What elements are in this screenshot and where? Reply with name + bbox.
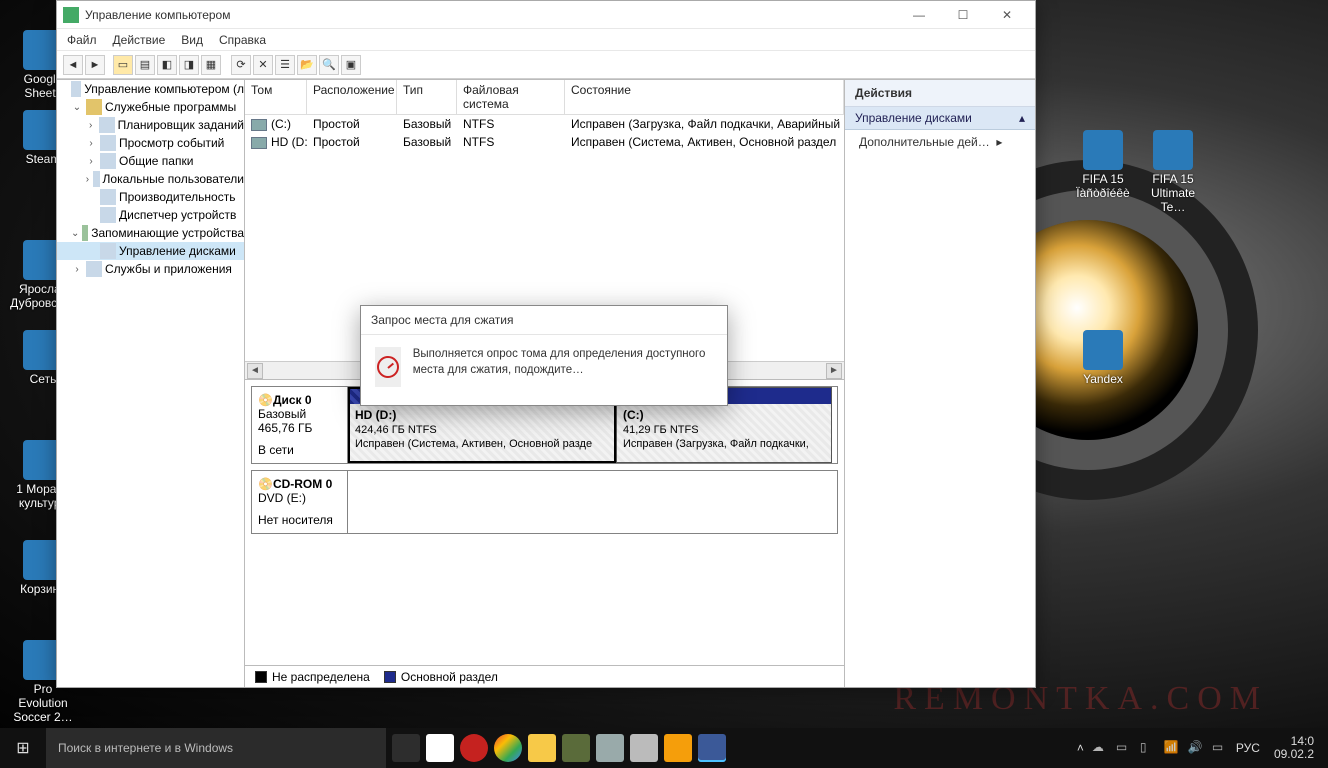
close-button[interactable]: ✕ — [985, 1, 1029, 29]
tb-icon[interactable]: ◨ — [179, 55, 199, 75]
tb-icon[interactable]: ▤ — [135, 55, 155, 75]
menu-help[interactable]: Справка — [219, 33, 266, 47]
back-button[interactable]: ◄ — [63, 55, 83, 75]
input-language[interactable]: РУС — [1236, 741, 1260, 755]
taskbar-app[interactable] — [664, 734, 692, 762]
actions-group[interactable]: Управление дисками ▴ — [845, 107, 1035, 130]
tree-item[interactable]: Диспетчер устройств — [119, 208, 236, 222]
volume-row[interactable]: (C:)ПростойБазовыйNTFSИсправен (Загрузка… — [245, 115, 844, 133]
taskbar-app[interactable] — [562, 734, 590, 762]
forward-button[interactable]: ► — [85, 55, 105, 75]
desktop-icon[interactable]: FIFA 15 Ϊàñòðîéêè — [1068, 130, 1138, 200]
dialog-title: Запрос места для сжатия — [361, 306, 727, 335]
col-layout[interactable]: Расположение — [307, 80, 397, 114]
actions-panel: Действия Управление дисками ▴ Дополнител… — [845, 80, 1035, 687]
col-status[interactable]: Состояние — [565, 80, 844, 114]
tree-item[interactable]: Просмотр событий — [119, 136, 224, 150]
tray-expand-icon[interactable]: ˄ — [1077, 741, 1084, 755]
tree-storage[interactable]: Запоминающие устройства — [91, 226, 244, 240]
disk-info: 📀Диск 0Базовый465,76 ГБВ сети — [252, 387, 348, 463]
volume-row[interactable]: HD (D:)ПростойБазовыйNTFSИсправен (Систе… — [245, 133, 844, 151]
tb-icon[interactable]: ◧ — [157, 55, 177, 75]
battery-icon[interactable]: ▯ — [1140, 740, 1156, 756]
tree-item[interactable]: Планировщик заданий — [118, 118, 244, 132]
shrink-query-dialog: Запрос места для сжатия Выполняется опро… — [360, 305, 728, 406]
menubar: Файл Действие Вид Справка — [57, 29, 1035, 51]
maximize-button[interactable]: ☐ — [941, 1, 985, 29]
taskbar-app[interactable] — [426, 734, 454, 762]
tree-service-tools[interactable]: Служебные программы — [105, 100, 236, 114]
col-volume[interactable]: Том — [245, 80, 307, 114]
volume-icon[interactable]: 🔊 — [1188, 740, 1204, 756]
actions-header: Действия — [845, 80, 1035, 107]
actions-group-label: Управление дисками — [855, 111, 972, 125]
search-box[interactable]: Поиск в интернете и в Windows — [46, 728, 386, 768]
tb-icon[interactable]: ▭ — [113, 55, 133, 75]
tree-item[interactable]: Производительность — [119, 190, 235, 204]
tb-icon[interactable]: ▣ — [341, 55, 361, 75]
app-icon — [63, 7, 79, 23]
col-fs[interactable]: Файловая система — [457, 80, 565, 114]
scroll-right-icon[interactable]: ► — [826, 363, 842, 379]
onedrive-icon[interactable]: ☁ — [1092, 740, 1108, 756]
tb-icon[interactable]: 📂 — [297, 55, 317, 75]
taskbar-app[interactable] — [494, 734, 522, 762]
actions-more[interactable]: Дополнительные дей… ▸ — [845, 130, 1035, 154]
navigation-tree[interactable]: Управление компьютером (л ⌄Служебные про… — [57, 80, 245, 687]
taskbar-app[interactable] — [460, 734, 488, 762]
start-button[interactable]: ⊞ — [0, 728, 46, 768]
taskbar-app[interactable] — [630, 734, 658, 762]
legend-swatch-unallocated — [255, 671, 267, 683]
disk-row[interactable]: 📀CD-ROM 0DVD (E:)Нет носителя — [251, 470, 838, 534]
taskbar-app-active[interactable] — [698, 734, 726, 762]
taskbar-app[interactable] — [596, 734, 624, 762]
tree-item[interactable]: Локальные пользователи — [103, 172, 244, 186]
action-center-icon[interactable]: ▭ — [1212, 740, 1228, 756]
clock-date: 09.02.2 — [1274, 748, 1314, 761]
legend-unallocated: Не распределена — [272, 670, 370, 684]
desktop-icon[interactable]: Yandex — [1068, 330, 1138, 386]
taskview-icon[interactable] — [392, 734, 420, 762]
dialog-text: Выполняется опрос тома для определения д… — [413, 347, 713, 378]
disk-info: 📀CD-ROM 0DVD (E:)Нет носителя — [252, 471, 348, 533]
menu-view[interactable]: Вид — [181, 33, 203, 47]
tree-item[interactable]: Общие папки — [119, 154, 193, 168]
tb-icon[interactable]: 🔍 — [319, 55, 339, 75]
desktop-icon[interactable]: FIFA 15 Ultimate Te… — [1138, 130, 1208, 214]
network-icon[interactable]: 📶 — [1164, 740, 1180, 756]
menu-file[interactable]: Файл — [67, 33, 97, 47]
tree-disk-management[interactable]: Управление дисками — [119, 244, 236, 258]
col-type[interactable]: Тип — [397, 80, 457, 114]
taskbar-app[interactable] — [528, 734, 556, 762]
disk-graphical-view[interactable]: 📀Диск 0Базовый465,76 ГБВ сетиHD (D:)424,… — [245, 380, 844, 665]
scroll-left-icon[interactable]: ◄ — [247, 363, 263, 379]
tb-icon[interactable]: ✕ — [253, 55, 273, 75]
taskbar-clock[interactable]: 14:0 09.02.2 — [1268, 735, 1320, 761]
tree-services-apps[interactable]: Службы и приложения — [105, 262, 232, 276]
refresh-icon[interactable]: ⟳ — [231, 55, 251, 75]
tb-icon[interactable]: ▦ — [201, 55, 221, 75]
tree-root[interactable]: Управление компьютером (л — [84, 82, 244, 96]
legend: Не распределена Основной раздел — [245, 665, 844, 687]
system-tray[interactable]: ˄ ☁ ▭ ▯ 📶 🔊 ▭ РУС 14:0 09.02.2 — [1069, 735, 1328, 761]
window-title: Управление компьютером — [85, 8, 897, 22]
legend-swatch-primary — [384, 671, 396, 683]
legend-primary: Основной раздел — [401, 670, 498, 684]
volume-table-header[interactable]: Том Расположение Тип Файловая система Со… — [245, 80, 844, 115]
defender-icon[interactable]: ▭ — [1116, 740, 1132, 756]
clock-icon — [375, 347, 401, 387]
menu-action[interactable]: Действие — [113, 33, 166, 47]
toolbar: ◄ ► ▭ ▤ ◧ ◨ ▦ ⟳ ✕ ☰ 📂 🔍 ▣ — [57, 51, 1035, 79]
taskbar[interactable]: ⊞ Поиск в интернете и в Windows ˄ ☁ ▭ ▯ … — [0, 728, 1328, 768]
tb-icon[interactable]: ☰ — [275, 55, 295, 75]
minimize-button[interactable]: — — [897, 1, 941, 29]
titlebar[interactable]: Управление компьютером — ☐ ✕ — [57, 1, 1035, 29]
collapse-icon[interactable]: ▴ — [1019, 111, 1025, 125]
